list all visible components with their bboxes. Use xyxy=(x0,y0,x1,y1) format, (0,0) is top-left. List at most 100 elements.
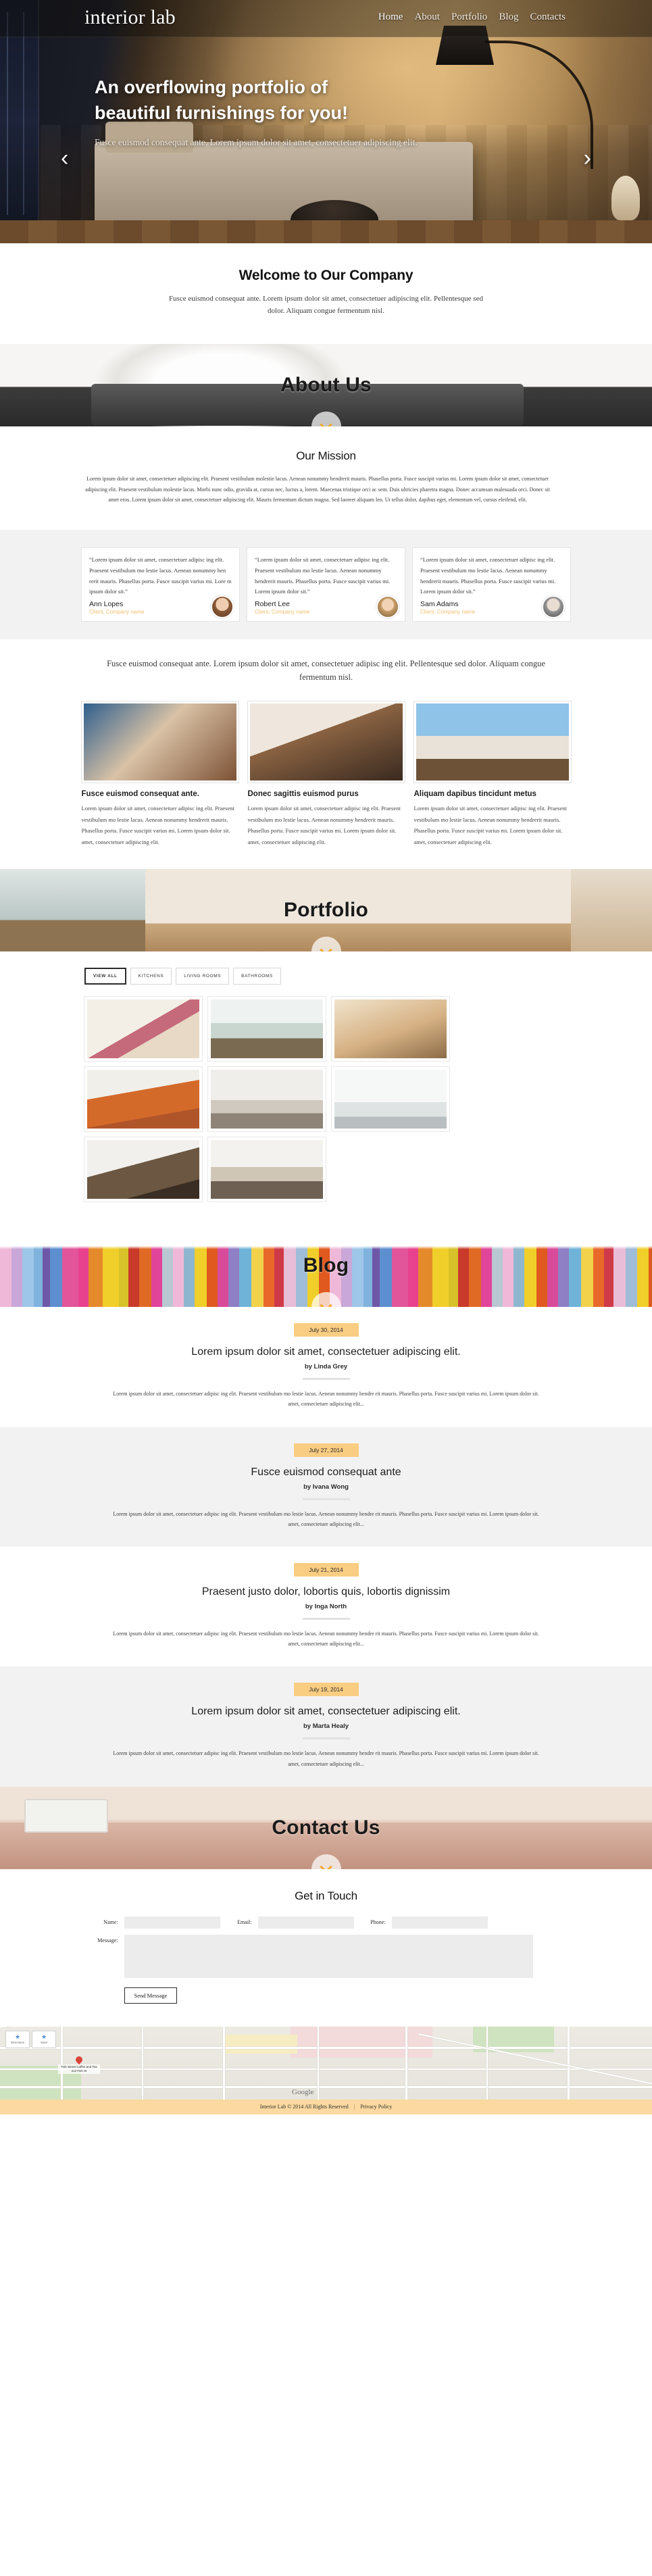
main-navigation: Home About Portfolio Blog Contacts xyxy=(378,11,566,23)
nav-item-blog[interactable]: Blog xyxy=(499,11,518,23)
post-author: by Ivana Wong xyxy=(303,1483,349,1491)
portfolio-banner: Portfolio xyxy=(0,869,652,952)
contact-section: Get in Touch Name: Email: Phone: Message… xyxy=(0,1868,652,2027)
portfolio-tile[interactable] xyxy=(332,997,449,1062)
post-excerpt: Lorem ipsum dolor sit amet, consectetuer… xyxy=(113,1630,539,1648)
hero-headline-line-1: An overflowing portfolio of xyxy=(95,77,328,97)
service-card: Donec sagittis euismod purus Lorem ipsum… xyxy=(247,701,405,847)
portfolio-tile[interactable] xyxy=(332,1067,449,1132)
portfolio-tile[interactable] xyxy=(84,1067,202,1132)
hero-copy: An overflowing portfolio of beautiful fu… xyxy=(95,74,473,151)
service-card-image xyxy=(413,701,571,783)
hero-paragraph: Fusce euismod consequat ante. Lorem ipsu… xyxy=(95,137,418,147)
service-card-title: Aliquam dapibus tincidunt metus xyxy=(413,789,536,798)
phone-label: Phone: xyxy=(370,1919,386,1926)
mission-title: Our Mission xyxy=(296,449,356,463)
post-excerpt: Lorem ipsum dolor sit amet, consectetuer… xyxy=(113,1391,539,1408)
welcome-title: Welcome to Our Company xyxy=(239,268,413,283)
map-directions-label: Directions xyxy=(10,2041,24,2045)
nav-item-portfolio[interactable]: Portfolio xyxy=(451,11,487,23)
post-title[interactable]: Praesent justo dolor, lobortis quis, lob… xyxy=(0,1586,652,1598)
portfolio-filter-bar: VIEW ALL KITCHENS LIVING ROOMS BATHROOMS xyxy=(0,951,652,985)
post-date-badge: July 21, 2014 xyxy=(293,1562,359,1577)
post-date-badge: July 30, 2014 xyxy=(293,1323,359,1337)
chevron-down-icon xyxy=(320,943,332,952)
map-controls: ★ Directions ★ Save xyxy=(5,2030,56,2048)
blog-banner: Blog xyxy=(0,1224,652,1308)
testimonial-card: “Lorem ipsum dolor sit amet, consectetue… xyxy=(412,547,571,622)
footer-privacy-policy-link[interactable]: Privacy Policy xyxy=(360,2104,392,2110)
blog-post: July 21, 2014 Praesent justo dolor, lobo… xyxy=(0,1546,652,1667)
contact-form-row-message: Message: xyxy=(90,1934,563,1978)
nav-item-contacts[interactable]: Contacts xyxy=(530,11,566,23)
phone-input[interactable] xyxy=(391,1916,488,1929)
testimonial-author-role: Client, Company name xyxy=(420,608,476,615)
email-label: Email: xyxy=(237,1919,252,1926)
post-author: by Linda Grey xyxy=(304,1363,348,1371)
directions-icon: ★ xyxy=(14,2033,21,2041)
hero-sofa-decor xyxy=(95,122,473,223)
portfolio-filter-view-all[interactable]: VIEW ALL xyxy=(84,968,126,985)
portfolio-tile[interactable] xyxy=(84,1137,202,1202)
site-header: interior lab Home About Portfolio Blog C… xyxy=(0,0,652,37)
about-banner-title: About Us xyxy=(280,374,372,397)
testimonials-section: “Lorem ipsum dolor sit amet, consectetue… xyxy=(0,530,652,639)
post-divider xyxy=(302,1378,350,1381)
portfolio-filter-kitchens[interactable]: KITCHENS xyxy=(130,968,172,985)
message-label: Message: xyxy=(97,1937,118,1943)
portfolio-filter-living-rooms[interactable]: LIVING ROOMS xyxy=(176,968,230,985)
footer-separator: | xyxy=(353,2104,355,2110)
chevron-down-icon xyxy=(320,1299,332,1308)
testimonial-card: “Lorem ipsum dolor sit amet, consectetue… xyxy=(81,547,240,622)
map-directions-button[interactable]: ★ Directions xyxy=(5,2030,30,2048)
post-excerpt: Lorem ipsum dolor sit amet, consectetuer… xyxy=(113,1750,539,1767)
page-root: interior lab Home About Portfolio Blog C… xyxy=(0,0,652,2114)
hero-vase-decor xyxy=(611,176,640,220)
site-logo[interactable]: interior lab xyxy=(84,6,176,29)
service-card-title: Donec sagittis euismod purus xyxy=(247,789,359,798)
contact-banner: Contact Us xyxy=(0,1786,652,1869)
contact-form-row-primary: Name: Email: Phone: xyxy=(90,1916,563,1929)
post-divider xyxy=(302,1497,350,1500)
map-save-button[interactable]: ★ Save xyxy=(32,2030,56,2048)
footer-copyright: Interior Lab © 2014 All Rights Reserved xyxy=(259,2104,349,2110)
contact-title: Get in Touch xyxy=(295,1889,357,1902)
testimonial-card: “Lorem ipsum dolor sit amet, consectetue… xyxy=(247,547,405,622)
portfolio-tile[interactable] xyxy=(208,1067,326,1132)
blog-banner-title: Blog xyxy=(303,1254,349,1277)
post-title[interactable]: Lorem ipsum dolor sit amet, consectetuer… xyxy=(0,1346,652,1358)
chevron-down-icon xyxy=(320,1860,332,1869)
map-save-label: Save xyxy=(40,2041,48,2045)
hero-headline: An overflowing portfolio of beautiful fu… xyxy=(95,74,473,126)
mission-text: Lorem ipsum dolor sit amet, consectetuer… xyxy=(85,476,550,503)
post-title[interactable]: Fusce euismod consequat ante xyxy=(0,1466,652,1479)
services-section: Fusce euismod consequat ante. Lorem ipsu… xyxy=(0,639,652,870)
name-input[interactable] xyxy=(124,1916,220,1929)
testimonial-author-role: Client, Company name xyxy=(89,608,145,615)
post-author: by Marta Healy xyxy=(303,1723,349,1731)
email-input[interactable] xyxy=(257,1916,354,1929)
portfolio-filter-bathrooms[interactable]: BATHROOMS xyxy=(233,968,281,985)
post-title[interactable]: Lorem ipsum dolor sit amet, consectetuer… xyxy=(0,1706,652,1718)
portfolio-section: VIEW ALL KITCHENS LIVING ROOMS BATHROOMS xyxy=(0,951,652,1225)
map-section[interactable]: ★ Directions ★ Save Fish Street Coffee a… xyxy=(0,2026,652,2100)
portfolio-grid xyxy=(84,997,568,1224)
nav-item-about[interactable]: About xyxy=(414,11,440,23)
services-intro-text: Fusce euismod consequat ante. Lorem ipsu… xyxy=(107,658,545,682)
avatar xyxy=(542,595,565,618)
nav-item-home[interactable]: Home xyxy=(378,11,403,23)
service-card-text: Lorem ipsum dolor sit amet, consectetuer… xyxy=(247,804,401,845)
welcome-section: Welcome to Our Company Fusce euismod con… xyxy=(0,243,652,345)
message-textarea[interactable] xyxy=(124,1934,533,1978)
star-icon: ★ xyxy=(41,2033,47,2041)
hero-section: interior lab Home About Portfolio Blog C… xyxy=(0,0,652,243)
mission-section: Our Mission Lorem ipsum dolor sit amet, … xyxy=(0,426,652,530)
portfolio-tile[interactable] xyxy=(208,1137,326,1202)
portfolio-tile[interactable] xyxy=(84,997,202,1062)
post-divider xyxy=(302,1737,350,1740)
carousel-prev-arrow-icon[interactable]: ‹ xyxy=(61,145,68,172)
map-place-label: Fish Street Coffee and Tea 212 Fish St xyxy=(58,2064,100,2074)
send-message-button[interactable]: Send Message xyxy=(124,1987,178,2004)
carousel-next-arrow-icon[interactable]: › xyxy=(584,145,591,172)
portfolio-tile[interactable] xyxy=(208,997,326,1062)
